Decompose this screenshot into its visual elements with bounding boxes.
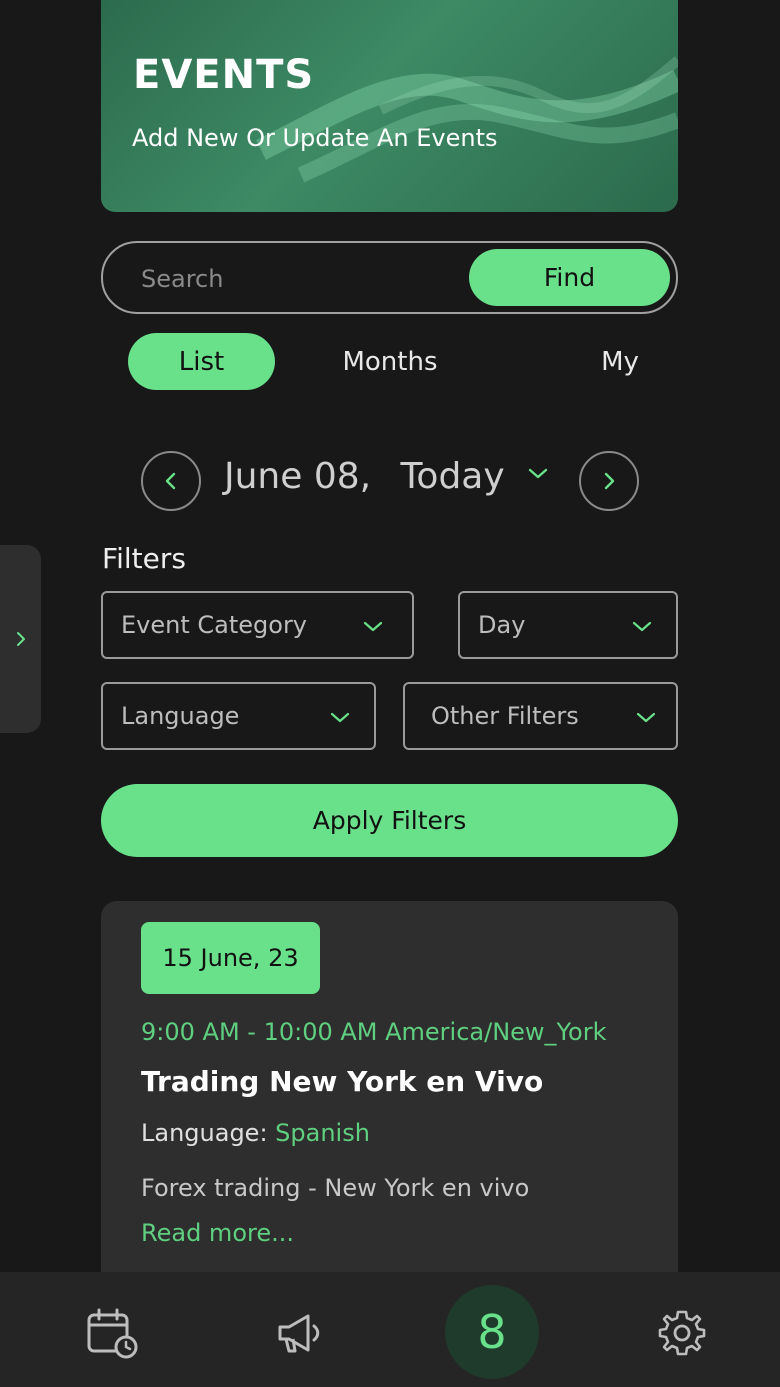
chevron-right-icon bbox=[604, 472, 615, 490]
next-date-button[interactable] bbox=[579, 451, 639, 511]
nav-announcements[interactable] bbox=[273, 1305, 329, 1361]
day-label: Day bbox=[478, 611, 526, 639]
event-category-label: Event Category bbox=[121, 611, 308, 639]
other-filters-label: Other Filters bbox=[431, 702, 579, 730]
event-date-badge: 15 June, 23 bbox=[141, 922, 320, 994]
event-title: Trading New York en Vivo bbox=[141, 1065, 544, 1098]
language-filter-label: Language bbox=[121, 702, 240, 730]
event-time: 9:00 AM - 10:00 AM America/New_York bbox=[141, 1018, 607, 1046]
page-title: EVENTS bbox=[133, 52, 315, 98]
megaphone-icon bbox=[278, 1314, 320, 1353]
search-bar: Find bbox=[101, 241, 678, 314]
chevron-left-icon bbox=[165, 472, 176, 490]
nav-calendar[interactable] bbox=[84, 1305, 140, 1361]
event-language-value: Spanish bbox=[275, 1119, 370, 1147]
event-category-select[interactable]: Event Category bbox=[101, 591, 414, 659]
logo-8-icon: 8 bbox=[477, 1305, 507, 1359]
language-select[interactable]: Language bbox=[101, 682, 376, 750]
chevron-down-icon bbox=[632, 621, 652, 632]
bottom-navigation: 8 bbox=[0, 1272, 780, 1387]
apply-filters-button[interactable]: Apply Filters bbox=[101, 784, 678, 857]
other-filters-select[interactable]: Other Filters bbox=[403, 682, 678, 750]
tab-list[interactable]: List bbox=[128, 333, 275, 390]
chevron-right-icon bbox=[16, 632, 25, 646]
current-date: June 08, bbox=[224, 456, 372, 497]
event-language-label: Language: bbox=[141, 1119, 268, 1147]
calendar-clock-icon bbox=[87, 1308, 138, 1359]
filters-heading: Filters bbox=[102, 542, 186, 575]
tab-months[interactable]: Months bbox=[320, 333, 460, 390]
chevron-down-icon bbox=[363, 621, 383, 632]
day-select[interactable]: Day bbox=[458, 591, 678, 659]
find-button[interactable]: Find bbox=[469, 249, 670, 306]
event-language: Language: Spanish bbox=[141, 1119, 370, 1147]
side-drawer-handle[interactable] bbox=[0, 545, 41, 733]
search-input[interactable] bbox=[139, 256, 463, 302]
events-hero-banner: EVENTS Add New Or Update An Events bbox=[101, 0, 678, 212]
page-subtitle: Add New Or Update An Events bbox=[132, 124, 498, 152]
event-card: 15 June, 23 9:00 AM - 10:00 AM America/N… bbox=[101, 901, 678, 1321]
wave-decoration bbox=[256, 56, 678, 183]
tab-my[interactable]: My bbox=[580, 333, 660, 390]
nav-home-logo[interactable]: 8 bbox=[445, 1285, 539, 1379]
date-selector[interactable]: June 08, Today bbox=[224, 456, 505, 497]
today-label: Today bbox=[400, 456, 505, 497]
chevron-down-icon bbox=[636, 712, 656, 723]
chevron-down-icon[interactable] bbox=[526, 466, 550, 482]
read-more-link[interactable]: Read more... bbox=[141, 1219, 294, 1247]
gear-icon bbox=[658, 1310, 706, 1356]
nav-settings[interactable] bbox=[654, 1305, 710, 1361]
previous-date-button[interactable] bbox=[141, 451, 201, 511]
chevron-down-icon bbox=[330, 712, 350, 723]
event-description: Forex trading - New York en vivo bbox=[141, 1174, 530, 1202]
